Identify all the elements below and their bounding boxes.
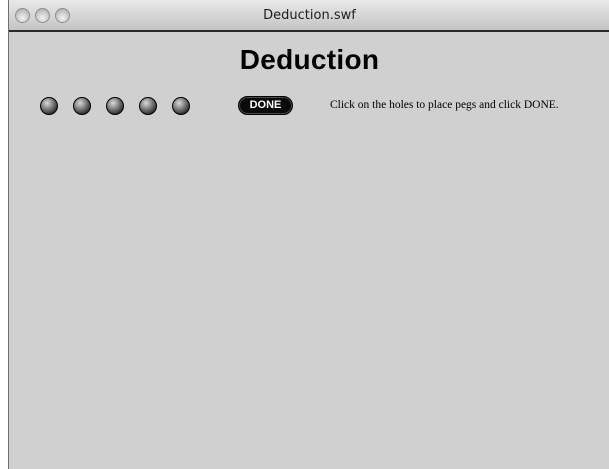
peg-hole-5[interactable] xyxy=(172,97,190,115)
instructions-text: Click on the holes to place pegs and cli… xyxy=(330,99,559,111)
title-bar[interactable]: Deduction.swf xyxy=(9,0,609,32)
game-title: Deduction xyxy=(239,44,380,75)
app-window: Deduction.swf Deduction DONE Click on th… xyxy=(8,0,609,469)
done-button[interactable]: DONE xyxy=(238,96,293,115)
peg-hole-1[interactable] xyxy=(40,97,58,115)
peg-hole-4[interactable] xyxy=(139,97,157,115)
window-title: Deduction.swf xyxy=(263,8,356,23)
peg-hole-3[interactable] xyxy=(106,97,124,115)
game-stage: Deduction DONE Click on the holes to pla… xyxy=(9,32,609,469)
peg-hole-2[interactable] xyxy=(73,97,91,115)
